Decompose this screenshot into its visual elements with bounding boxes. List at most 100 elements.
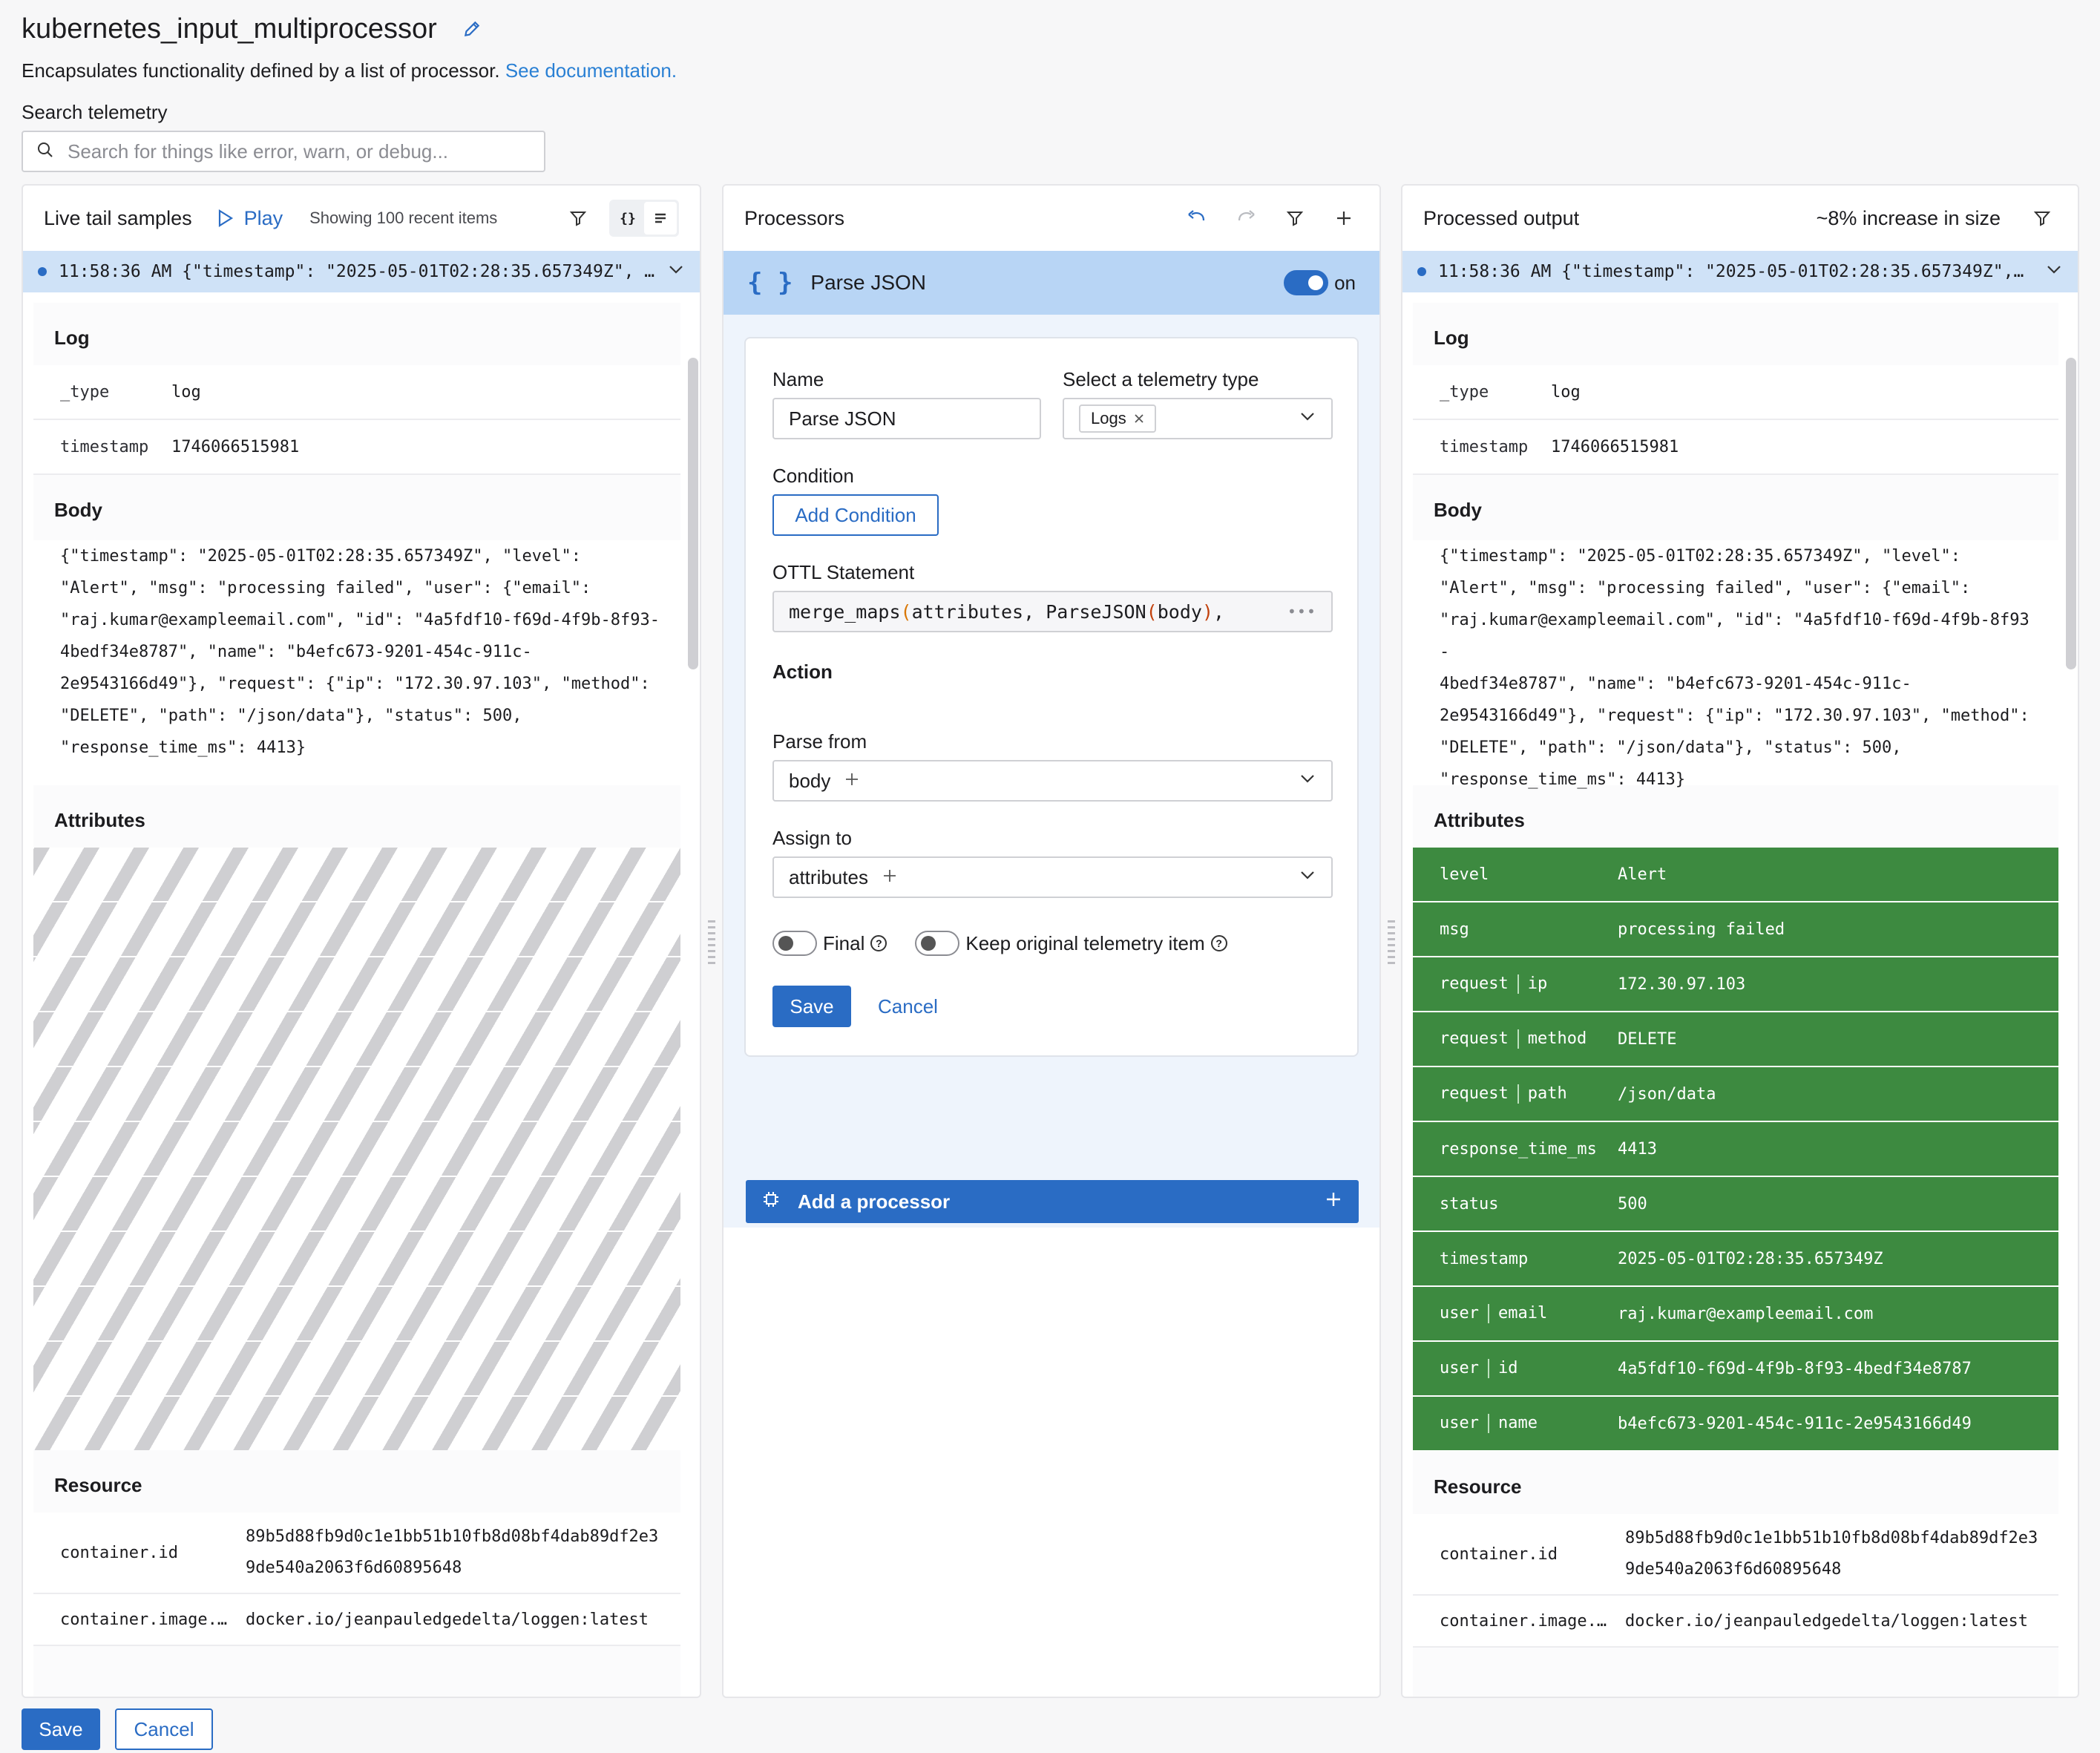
showing-count: Showing 100 recent items — [309, 209, 498, 227]
help-icon[interactable]: ? — [870, 935, 887, 951]
processed-output-header: Processed output ~8% increase in size — [1402, 186, 2078, 251]
log-section-title: Log — [1434, 327, 1469, 349]
plus-icon — [1325, 1190, 1342, 1213]
play-icon — [218, 209, 233, 227]
documentation-link[interactable]: See documentation. — [505, 59, 677, 82]
name-input[interactable]: Parse JSON — [772, 398, 1041, 439]
list-view-icon[interactable] — [644, 202, 677, 235]
redo-icon[interactable] — [1231, 203, 1261, 233]
assign-to-select[interactable]: attributes — [772, 856, 1333, 898]
ottl-fn: merge_maps — [789, 600, 901, 623]
keep-original-label: Keep original telemetry item — [965, 931, 1205, 954]
parse-from-value: body — [789, 769, 831, 792]
name-label: Name — [772, 368, 824, 390]
selected-sample-row[interactable]: 11:58:36 AM {"timestamp": "2025-05-01T02… — [23, 251, 700, 292]
attribute-key-part: msg — [1440, 920, 1469, 939]
ottl-tail: , — [1213, 600, 1225, 623]
body-section-title: Body — [54, 499, 102, 521]
resource-key: container.image.… — [60, 1610, 228, 1629]
ottl-statement-input[interactable]: merge_maps(attributes, ParseJSON(body), … — [772, 591, 1333, 632]
telemetry-type-select[interactable]: Logs — [1063, 398, 1333, 439]
resource-row: container.id 89b5d88fb9d0c1e1bb51b10fb8d… — [1413, 1514, 2058, 1596]
resource-key: container.id — [60, 1543, 178, 1562]
selected-output-row[interactable]: 11:58:36 AM {"timestamp": "2025-05-01T02… — [1402, 251, 2078, 292]
ottl-fn2: ParseJSON — [1046, 600, 1146, 623]
attribute-key-subpart: path — [1527, 1084, 1567, 1103]
right-scrollbar[interactable] — [2066, 358, 2076, 669]
processor-enabled-toggle[interactable] — [1284, 270, 1329, 295]
right-resize-handle[interactable] — [1388, 920, 1395, 965]
plus-icon[interactable] — [1329, 203, 1359, 233]
footer-save-button[interactable]: Save — [22, 1708, 100, 1750]
resource-value: 89b5d88fb9d0c1e1bb51b10fb8d08bf4dab89df2… — [1625, 1529, 2038, 1579]
processed-output-title: Processed output — [1423, 206, 1580, 229]
keep-original-toggle[interactable] — [915, 931, 960, 956]
filter-icon[interactable] — [2027, 203, 2057, 233]
processor-save-button[interactable]: Save — [772, 986, 851, 1027]
chevron-down-icon[interactable] — [667, 261, 685, 283]
live-tail-panel: Live tail samples Play Showing 100 recen… — [22, 184, 701, 1698]
play-button[interactable]: Play — [217, 207, 283, 230]
chevron-down-icon[interactable] — [2045, 261, 2063, 283]
page-description: Encapsulates functionality defined by a … — [22, 58, 677, 83]
more-icon[interactable]: ••• — [1287, 603, 1316, 620]
chevron-down-icon[interactable] — [1299, 770, 1316, 793]
attributes-section-title: Attributes — [54, 809, 145, 831]
ottl-paren: ( — [900, 600, 912, 623]
attribute-key: user id — [1440, 1359, 1618, 1378]
log-key: timestamp — [60, 437, 149, 456]
key-separator — [1517, 974, 1519, 994]
attribute-value: b4efc673-9201-454c-911c-2e9543166d49 — [1618, 1414, 1972, 1433]
chevron-down-icon[interactable] — [1299, 407, 1316, 430]
attribute-key: request path — [1440, 1084, 1618, 1104]
left-scrollbar[interactable] — [688, 358, 698, 669]
ottl-statement-label: OTTL Statement — [772, 561, 915, 583]
add-processor-label: Add a processor — [798, 1190, 951, 1213]
processor-cancel-button[interactable]: Cancel — [878, 995, 938, 1018]
key-separator — [1517, 1029, 1519, 1049]
attribute-key-part: request — [1440, 974, 1509, 993]
help-icon[interactable]: ? — [1210, 935, 1227, 951]
size-change-note: ~8% increase in size — [1816, 206, 2001, 229]
footer-cancel-button[interactable]: Cancel — [115, 1708, 213, 1750]
processors-title: Processors — [744, 206, 845, 229]
resource-row: container.id 89b5d88fb9d0c1e1bb51b10fb8d… — [33, 1513, 680, 1594]
condition-label: Condition — [772, 465, 854, 487]
pencil-icon[interactable] — [462, 19, 482, 39]
attribute-key: status — [1440, 1195, 1618, 1213]
attribute-value: raj.kumar@exampleemail.com — [1618, 1304, 1874, 1323]
plus-icon[interactable] — [882, 866, 898, 889]
json-view-icon[interactable]: {} — [611, 202, 644, 235]
plus-icon[interactable] — [844, 770, 860, 793]
filter-icon[interactable] — [563, 203, 593, 233]
log-row: _type log — [33, 365, 680, 420]
processed-attribute-row: status 500 — [1413, 1177, 2058, 1232]
ottl-arg2: body — [1157, 600, 1202, 623]
attribute-key-subpart: email — [1497, 1304, 1548, 1323]
log-key: _type — [60, 382, 110, 402]
telemetry-type-label: Select a telemetry type — [1063, 368, 1259, 390]
add-condition-button[interactable]: Add Condition — [772, 494, 939, 536]
live-tail-header: Live tail samples Play Showing 100 recen… — [23, 186, 700, 251]
search-input[interactable] — [66, 139, 511, 164]
processed-attribute-row: timestamp 2025-05-01T02:28:35.657349Z — [1413, 1232, 2058, 1287]
resource-value: docker.io/jeanpauledgedelta/loggen:lates… — [1625, 1611, 2029, 1631]
close-icon[interactable] — [1134, 409, 1144, 428]
add-processor-button[interactable]: Add a processor — [746, 1180, 1359, 1223]
undo-icon[interactable] — [1182, 203, 1212, 233]
attribute-key-part: user — [1440, 1359, 1479, 1377]
processor-chip-icon — [762, 1190, 780, 1213]
final-toggle[interactable] — [772, 931, 817, 956]
chevron-down-icon[interactable] — [1299, 866, 1316, 889]
parse-from-label: Parse from — [772, 730, 867, 753]
key-separator — [1487, 1304, 1489, 1323]
search-box[interactable] — [22, 131, 545, 172]
parse-from-select[interactable]: body — [772, 760, 1333, 802]
filter-icon[interactable] — [1280, 203, 1310, 233]
processed-output-panel: Processed output ~8% increase in size 11… — [1401, 184, 2079, 1698]
attributes-placeholder-hatch — [33, 848, 680, 1450]
processor-item-header[interactable]: { } Parse JSON on — [723, 251, 1379, 315]
left-resize-handle[interactable] — [708, 920, 715, 965]
attribute-key: response_time_ms — [1440, 1140, 1618, 1159]
name-input-value: Parse JSON — [789, 407, 896, 430]
